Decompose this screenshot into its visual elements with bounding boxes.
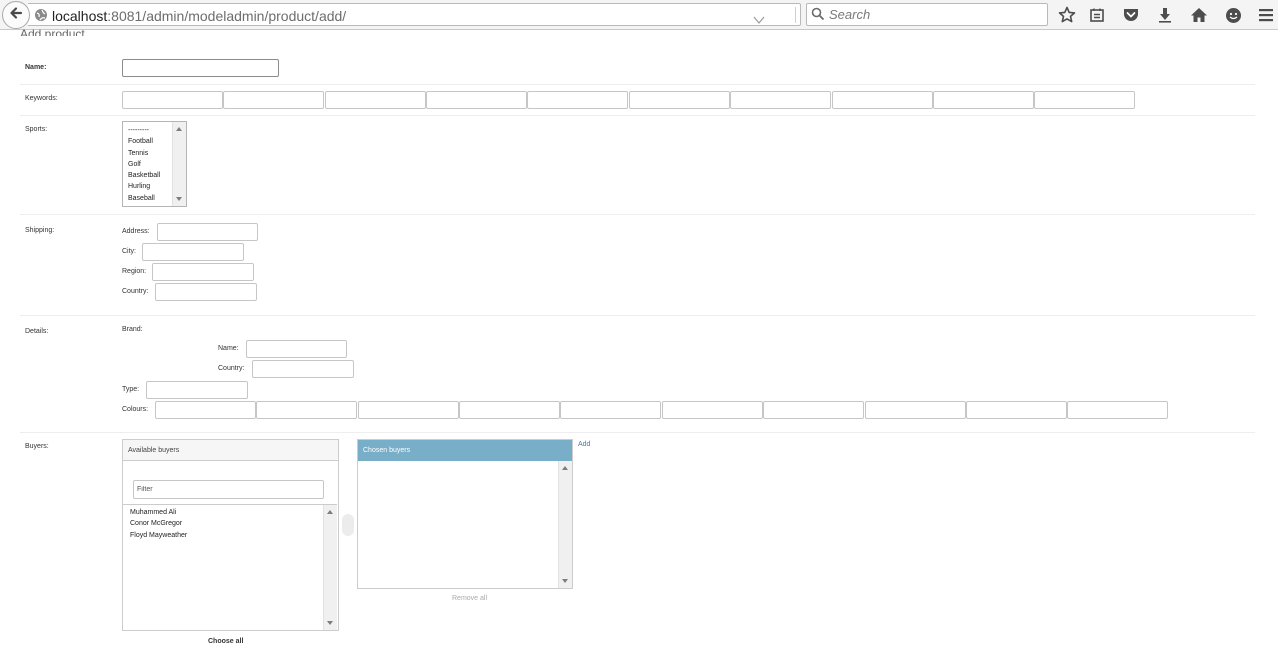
url-path: :8081/admin/modeladmin/product/add/ bbox=[107, 8, 347, 24]
sports-label: Sports: bbox=[25, 126, 48, 133]
hello-chat-icon[interactable] bbox=[1222, 4, 1244, 26]
url-text: localhost:8081/admin/modeladmin/product/… bbox=[52, 8, 346, 24]
sports-scrollbar[interactable] bbox=[172, 122, 186, 206]
search-bar[interactable] bbox=[806, 3, 1048, 26]
type-input[interactable] bbox=[146, 381, 248, 399]
globe-icon bbox=[34, 8, 48, 27]
row-divider bbox=[20, 315, 1255, 316]
brand-country-input[interactable] bbox=[252, 360, 354, 378]
add-buyer-link[interactable]: Add bbox=[578, 441, 590, 448]
colour-input[interactable] bbox=[459, 401, 560, 419]
available-buyers-scrollbar[interactable] bbox=[323, 505, 337, 630]
back-arrow-icon bbox=[8, 5, 24, 26]
colour-input[interactable] bbox=[1067, 401, 1168, 419]
selector-handle[interactable] bbox=[342, 514, 354, 536]
download-icon[interactable] bbox=[1154, 4, 1176, 26]
buyer-option[interactable]: Muhammed Ali bbox=[123, 507, 337, 518]
address-input[interactable] bbox=[157, 223, 258, 241]
keyword-input[interactable] bbox=[933, 91, 1034, 109]
chosen-buyers-list[interactable] bbox=[358, 461, 572, 588]
buyer-option[interactable]: Floyd Mayweather bbox=[123, 530, 337, 541]
scroll-up-icon[interactable] bbox=[562, 466, 568, 470]
keywords-field bbox=[122, 91, 1136, 109]
brand-name-input[interactable] bbox=[246, 340, 347, 358]
name-label: Name: bbox=[25, 64, 47, 71]
row-divider bbox=[20, 432, 1255, 433]
keyword-input[interactable] bbox=[325, 91, 426, 109]
available-buyers-title: Available buyers bbox=[123, 440, 338, 461]
details-label: Details: bbox=[25, 328, 49, 335]
row-divider bbox=[20, 214, 1255, 215]
scroll-down-icon[interactable] bbox=[327, 621, 333, 625]
pocket-icon[interactable] bbox=[1120, 4, 1142, 26]
brand-name-label: Name: bbox=[218, 345, 239, 352]
url-bar[interactable]: localhost:8081/admin/modeladmin/product/… bbox=[28, 3, 819, 29]
colour-input[interactable] bbox=[155, 401, 256, 419]
menu-icon[interactable] bbox=[1256, 4, 1276, 26]
keyword-input[interactable] bbox=[629, 91, 730, 109]
name-input[interactable] bbox=[122, 59, 279, 77]
sports-select[interactable]: --------- Football Tennis Golf Basketbal… bbox=[122, 121, 187, 207]
colours-field bbox=[155, 401, 1169, 419]
available-buyers-panel: Available buyers Muhammed Ali Conor McGr… bbox=[122, 439, 339, 631]
back-button[interactable] bbox=[2, 1, 30, 29]
keyword-input[interactable] bbox=[1034, 91, 1135, 109]
chosen-buyers-panel: Chosen buyers bbox=[357, 439, 573, 589]
page-title: Add product bbox=[20, 27, 85, 36]
colour-input[interactable] bbox=[560, 401, 661, 419]
reading-list-icon[interactable] bbox=[1086, 4, 1108, 26]
colour-input[interactable] bbox=[662, 401, 763, 419]
keyword-input[interactable] bbox=[832, 91, 933, 109]
keywords-label: Keywords: bbox=[25, 95, 58, 102]
brand-label: Brand: bbox=[122, 326, 143, 333]
keyword-input[interactable] bbox=[223, 91, 324, 109]
shipping-label: Shipping: bbox=[25, 227, 55, 234]
region-label: Region: bbox=[122, 268, 147, 275]
keyword-input[interactable] bbox=[426, 91, 527, 109]
address-label: Address: bbox=[122, 228, 150, 235]
country-label: Country: bbox=[122, 288, 149, 295]
buyer-option[interactable]: Conor McGregor bbox=[123, 518, 337, 529]
keyword-input[interactable] bbox=[730, 91, 831, 109]
url-separator bbox=[795, 7, 796, 23]
colour-input[interactable] bbox=[865, 401, 966, 419]
scroll-up-icon[interactable] bbox=[176, 127, 182, 131]
chosen-buyers-title: Chosen buyers bbox=[358, 440, 572, 461]
type-label: Type: bbox=[122, 386, 140, 393]
scroll-down-icon[interactable] bbox=[176, 197, 182, 201]
colour-input[interactable] bbox=[763, 401, 864, 419]
home-icon[interactable] bbox=[1188, 4, 1210, 26]
colour-input[interactable] bbox=[966, 401, 1067, 419]
colours-label: Colours: bbox=[122, 406, 149, 413]
row-divider bbox=[20, 84, 1255, 85]
buyers-filter-input[interactable] bbox=[133, 480, 324, 499]
city-label: City: bbox=[122, 248, 136, 255]
url-host: localhost bbox=[52, 8, 108, 24]
choose-all-link[interactable]: Choose all bbox=[208, 638, 243, 645]
colour-input[interactable] bbox=[256, 401, 357, 419]
chosen-buyers-scrollbar[interactable] bbox=[558, 461, 572, 588]
row-divider bbox=[20, 115, 1255, 116]
colour-input[interactable] bbox=[358, 401, 459, 419]
country-input[interactable] bbox=[155, 283, 257, 301]
bookmark-star-icon[interactable] bbox=[1056, 4, 1078, 26]
search-icon bbox=[811, 7, 825, 21]
brand-country-label: Country: bbox=[218, 365, 245, 372]
keyword-input[interactable] bbox=[527, 91, 628, 109]
scroll-down-icon[interactable] bbox=[562, 579, 568, 583]
search-input[interactable] bbox=[829, 6, 1043, 23]
scroll-up-icon[interactable] bbox=[327, 510, 333, 514]
keyword-input[interactable] bbox=[122, 91, 223, 109]
remove-all-link[interactable]: Remove all bbox=[452, 595, 487, 602]
city-input[interactable] bbox=[142, 243, 244, 261]
history-dropdown-icon[interactable] bbox=[753, 11, 765, 29]
browser-toolbar: localhost:8081/admin/modeladmin/product/… bbox=[0, 0, 1278, 30]
buyers-label: Buyers: bbox=[25, 443, 49, 450]
available-buyers-list[interactable]: Muhammed Ali Conor McGregor Floyd Maywea… bbox=[123, 504, 337, 630]
region-input[interactable] bbox=[152, 263, 254, 281]
